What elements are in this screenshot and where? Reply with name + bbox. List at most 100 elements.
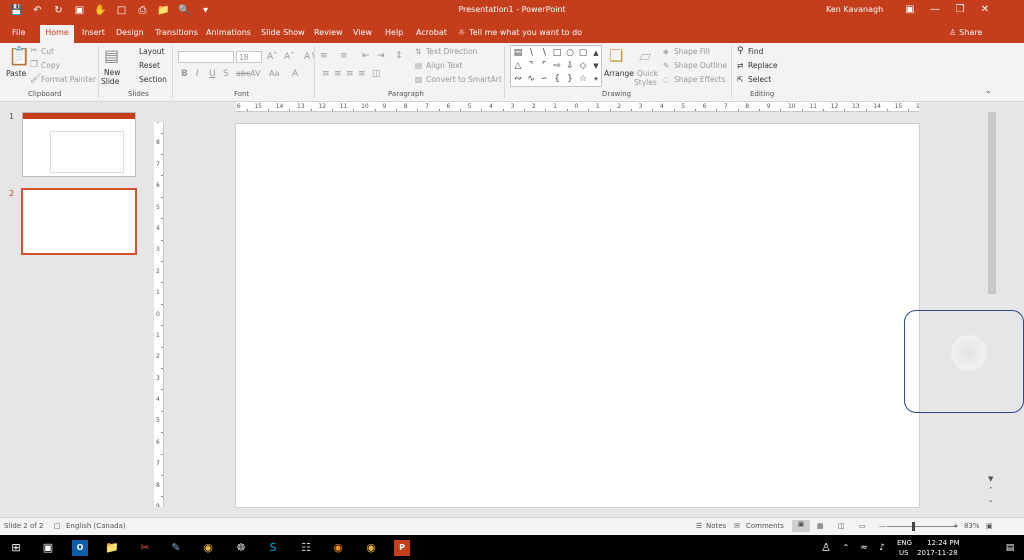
- action-center-icon[interactable]: ▤: [1002, 540, 1018, 556]
- tab-home[interactable]: Home: [40, 25, 74, 43]
- rectangle-shape-icon[interactable]: □: [551, 47, 563, 59]
- quick-styles-icon[interactable]: ▱: [639, 46, 651, 65]
- textbox-shape-icon[interactable]: ▤: [512, 47, 524, 59]
- tab-animations[interactable]: Animations: [202, 25, 255, 43]
- section-button[interactable]: Section: [139, 75, 167, 84]
- paste-icon[interactable]: 📋: [8, 46, 30, 67]
- quick-styles-button-line1[interactable]: Quick: [637, 69, 658, 78]
- notes-button[interactable]: Notes: [706, 522, 726, 530]
- show-hidden-icons-icon[interactable]: ⌃: [838, 540, 854, 556]
- paste-button[interactable]: Paste: [6, 69, 26, 78]
- font-name-input[interactable]: [178, 51, 234, 63]
- align-center-icon[interactable]: ≡: [334, 69, 342, 79]
- down-arrow-shape-icon[interactable]: ⇩: [564, 60, 576, 72]
- tab-design[interactable]: Design: [112, 25, 148, 43]
- shadow-icon[interactable]: S: [223, 69, 229, 79]
- slideshow-icon[interactable]: ▭: [859, 522, 866, 530]
- windows-start-icon[interactable]: ⊞: [8, 540, 24, 556]
- tab-view[interactable]: View: [349, 25, 376, 43]
- powerpoint-taskbar-icon[interactable]: P: [394, 540, 410, 556]
- notepad-icon[interactable]: ✎: [168, 540, 184, 556]
- format-painter-button[interactable]: Format Painter: [41, 75, 96, 84]
- flowchart-shape-icon[interactable]: ◇: [577, 60, 589, 72]
- zoom-out-icon[interactable]: —: [879, 522, 886, 530]
- slide-thumbnail-1[interactable]: [22, 112, 136, 177]
- right-arrow-shape-icon[interactable]: ⇨: [551, 60, 563, 72]
- file-explorer-icon[interactable]: 📁: [104, 540, 120, 556]
- tab-help[interactable]: Help: [381, 25, 407, 43]
- tab-insert[interactable]: Insert: [78, 25, 109, 43]
- align-right-icon[interactable]: ≡: [346, 69, 354, 79]
- tell-me-search[interactable]: ☼ Tell me what you want to do: [458, 28, 582, 37]
- cut-button[interactable]: Cut: [41, 47, 54, 56]
- font-color-icon[interactable]: A: [292, 69, 298, 79]
- new-slide-button-line2[interactable]: Slide: [101, 77, 119, 86]
- clock-time[interactable]: 12:24 PM: [927, 539, 960, 547]
- curve-shape-icon[interactable]: ∿: [525, 73, 537, 85]
- paint-icon[interactable]: ☸: [233, 540, 249, 556]
- wifi-icon[interactable]: ≈: [856, 540, 872, 556]
- previous-slide-icon[interactable]: ⌃: [988, 486, 994, 494]
- strikethrough-icon[interactable]: abc: [236, 69, 250, 78]
- chrome-profile-icon[interactable]: ◉: [363, 540, 379, 556]
- brace-shape-icon[interactable]: }: [564, 73, 576, 85]
- character-spacing-icon[interactable]: AV: [250, 69, 260, 78]
- italic-icon[interactable]: I: [196, 69, 199, 79]
- line-spacing-icon[interactable]: ⇕: [395, 51, 403, 61]
- columns-icon[interactable]: ◫: [372, 69, 381, 79]
- copy-button[interactable]: Copy: [41, 61, 60, 70]
- input-language-line1[interactable]: ENG: [897, 539, 912, 547]
- curve-shape-icon[interactable]: ∽: [538, 73, 550, 85]
- elbow-connector-icon[interactable]: ⌝: [525, 60, 537, 72]
- elbow-connector-icon[interactable]: ⌜: [538, 60, 550, 72]
- collapse-ribbon-icon[interactable]: ⌃: [985, 90, 992, 99]
- volume-icon[interactable]: ♪: [874, 540, 890, 556]
- decrease-indent-icon[interactable]: ⇤: [362, 51, 370, 61]
- numbering-icon[interactable]: ≡: [340, 51, 348, 61]
- firefox-icon[interactable]: ◉: [330, 540, 346, 556]
- new-slide-button-line1[interactable]: New: [104, 68, 120, 77]
- grow-font-icon[interactable]: Aˆ: [267, 52, 278, 62]
- tab-transitions[interactable]: Transitions: [151, 25, 202, 43]
- reading-view-icon[interactable]: ◫: [838, 522, 845, 530]
- find-button[interactable]: Find: [748, 47, 763, 56]
- horizontal-ruler[interactable]: 1615141312111098765432101234567891011121…: [236, 102, 919, 112]
- convert-smartart-button[interactable]: Convert to SmartArt: [426, 75, 502, 84]
- gallery-more-icon[interactable]: ▾: [590, 73, 602, 85]
- shape-effects-button[interactable]: Shape Effects: [674, 75, 725, 84]
- slide-canvas[interactable]: [235, 123, 920, 508]
- zoom-in-icon[interactable]: +: [953, 522, 959, 530]
- brace-shape-icon[interactable]: {: [551, 73, 563, 85]
- underline-icon[interactable]: U: [209, 69, 216, 79]
- share-button[interactable]: ♙ Share: [949, 26, 989, 40]
- snipping-tool-icon[interactable]: ✂: [137, 540, 153, 556]
- gallery-down-icon[interactable]: ▼: [590, 60, 602, 72]
- replace-button[interactable]: Replace: [748, 61, 778, 70]
- oval-shape-icon[interactable]: ○: [564, 47, 576, 59]
- line-shape-icon[interactable]: ∖: [538, 47, 550, 59]
- comments-button[interactable]: Comments: [746, 522, 784, 530]
- fit-to-window-icon[interactable]: ▣: [986, 522, 993, 530]
- shrink-font-icon[interactable]: Aˇ: [284, 52, 295, 62]
- shape-fill-button[interactable]: Shape Fill: [674, 47, 710, 56]
- close-icon[interactable]: ✕: [975, 3, 995, 17]
- ribbon-display-options-icon[interactable]: ▣: [900, 3, 920, 17]
- next-slide-icon[interactable]: ⌄: [988, 496, 994, 504]
- zoom-level[interactable]: 83%: [964, 522, 980, 530]
- new-slide-icon[interactable]: ▤: [104, 46, 119, 65]
- restore-icon[interactable]: ❐: [950, 3, 970, 17]
- clock-date[interactable]: 2017-11-28: [917, 549, 958, 557]
- scroll-down-icon[interactable]: ▼: [988, 475, 993, 483]
- shape-outline-button[interactable]: Shape Outline: [674, 61, 727, 70]
- increase-indent-icon[interactable]: ⇥: [377, 51, 385, 61]
- line-shape-icon[interactable]: ∖: [525, 47, 537, 59]
- outlook-icon[interactable]: O: [72, 540, 88, 556]
- change-case-icon[interactable]: Aa: [269, 69, 279, 78]
- layout-button[interactable]: Layout: [139, 47, 165, 56]
- tab-file[interactable]: File: [8, 25, 29, 43]
- skype-icon[interactable]: S: [265, 540, 281, 556]
- app-icon[interactable]: ☷: [298, 540, 314, 556]
- triangle-shape-icon[interactable]: △: [512, 60, 524, 72]
- quick-styles-button-line2[interactable]: Styles: [634, 78, 657, 87]
- shapes-gallery[interactable]: ▤ ∖ ∖ □ ○ ▢ △ ⌝ ⌜ ⇨ ⇩ ◇ ∾ ∿ ∽ { } ☆ ▲ ▼ …: [510, 45, 602, 87]
